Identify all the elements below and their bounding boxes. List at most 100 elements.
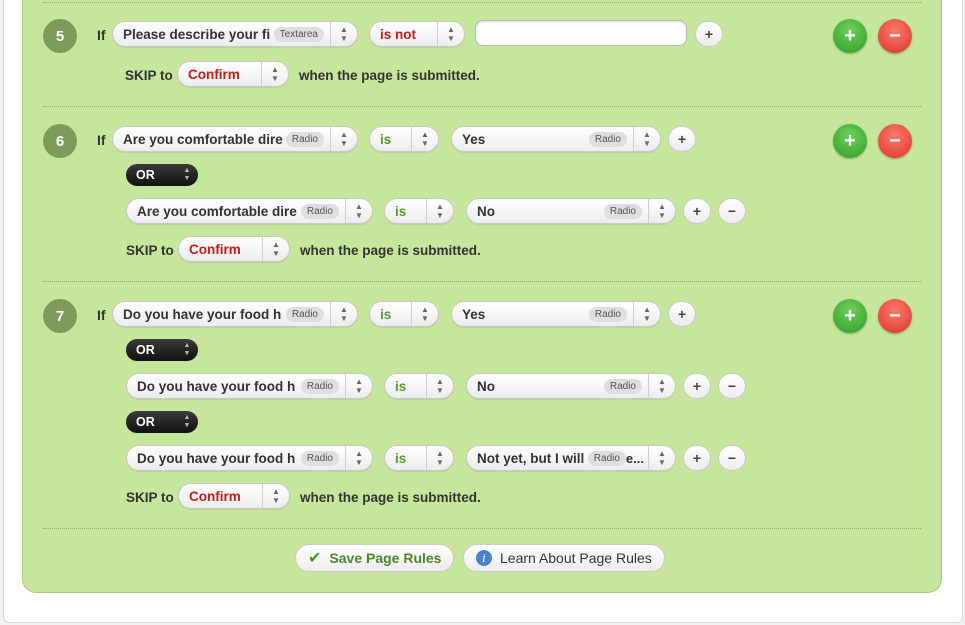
skip-target-value: Confirm <box>189 241 241 257</box>
updown-arrows-icon: ▲ ▼ <box>426 446 453 470</box>
add-condition-button[interactable]: + <box>683 198 711 224</box>
divider <box>43 106 921 107</box>
value-select[interactable]: No Radio ▲ ▼ <box>466 373 676 399</box>
value-type-badge: Radio <box>603 378 642 394</box>
skip-target-select[interactable]: Confirm ▲ ▼ <box>177 61 289 87</box>
value-type-badge: Radio <box>587 450 626 466</box>
updown-arrows-icon: ▲ ▼ <box>648 446 675 470</box>
add-condition-button[interactable]: + <box>668 126 696 152</box>
add-condition-button[interactable]: + <box>668 301 696 327</box>
value-truncation: e... <box>625 450 644 466</box>
submitted-text: when the page is submitted. <box>300 490 481 505</box>
value-select-value: Yes <box>462 306 486 322</box>
page-rules-panel: 5 If Please describe your fi Textarea ▲ ▼… <box>22 0 942 593</box>
updown-arrows-icon: ▲ ▼ <box>411 127 438 151</box>
if-label: If <box>97 27 106 43</box>
operator-select[interactable]: is ▲ ▼ <box>384 198 454 224</box>
updown-arrows-icon: ▲ ▼ <box>262 237 289 261</box>
info-icon: i <box>476 550 492 566</box>
value-select-value: No <box>477 378 495 394</box>
field-select-value: Do you have your food h <box>123 306 282 322</box>
value-select[interactable]: No Radio ▲ ▼ <box>466 198 676 224</box>
value-select[interactable]: Not yet, but I will in Radio e... ▲ ▼ <box>466 445 676 471</box>
checkmark-icon: ✔ <box>308 550 322 567</box>
connector-select[interactable]: OR ▲ ▼ <box>126 164 198 186</box>
field-select[interactable]: Do you have your food h Radio ▲ ▼ <box>126 373 373 399</box>
value-type-badge: Radio <box>603 203 642 219</box>
field-type-badge: Radio <box>285 131 324 147</box>
field-select[interactable]: Do you have your food h Radio ▲ ▼ <box>112 301 358 327</box>
value-select[interactable]: Yes Radio ▲ ▼ <box>451 126 661 152</box>
value-text-input[interactable] <box>475 20 687 46</box>
field-select[interactable]: Are you comfortable dire Radio ▲ ▼ <box>112 126 358 152</box>
field-select-value: Are you comfortable dire <box>123 131 283 147</box>
add-condition-button[interactable]: + <box>695 21 723 47</box>
value-select-value: Not yet, but I will in <box>477 450 588 466</box>
skip-target-select[interactable]: Confirm ▲ ▼ <box>178 236 290 262</box>
minus-icon: − <box>889 129 901 152</box>
updown-arrows-icon: ▲ ▼ <box>183 167 191 182</box>
updown-arrows-icon: ▲ ▼ <box>633 127 660 151</box>
value-type-badge: Radio <box>588 131 627 147</box>
updown-arrows-icon: ▲ ▼ <box>262 484 289 508</box>
operator-select[interactable]: is ▲ ▼ <box>384 445 454 471</box>
add-condition-button[interactable]: + <box>683 373 711 399</box>
field-select-value: Please describe your fi <box>123 26 271 42</box>
delete-rule-button[interactable]: − <box>878 19 912 53</box>
field-type-badge: Radio <box>300 378 339 394</box>
plus-icon: + <box>844 24 856 47</box>
skip-target-select[interactable]: Confirm ▲ ▼ <box>178 483 290 509</box>
submitted-text: when the page is submitted. <box>300 243 481 258</box>
field-type-badge: Radio <box>285 306 324 322</box>
value-select[interactable]: Yes Radio ▲ ▼ <box>451 301 661 327</box>
operator-select-value: is <box>380 131 392 147</box>
connector-select[interactable]: OR ▲ ▼ <box>126 339 198 361</box>
field-type-badge: Radio <box>300 203 339 219</box>
minus-icon: − <box>889 304 901 327</box>
operator-select[interactable]: is not ▲ ▼ <box>369 21 465 47</box>
field-select[interactable]: Please describe your fi Textarea ▲ ▼ <box>112 21 358 47</box>
connector-value: OR <box>136 343 155 357</box>
operator-select-value: is <box>380 306 392 322</box>
updown-arrows-icon: ▲ ▼ <box>330 22 357 46</box>
value-select-value: No <box>477 203 495 219</box>
field-select-value: Do you have your food h <box>137 378 296 394</box>
add-condition-button[interactable]: + <box>683 445 711 471</box>
field-select-value: Are you comfortable dire <box>137 203 297 219</box>
add-rule-button[interactable]: + <box>833 299 867 333</box>
updown-arrows-icon: ▲ ▼ <box>648 374 675 398</box>
remove-condition-button[interactable]: − <box>718 198 746 224</box>
updown-arrows-icon: ▲ ▼ <box>345 446 372 470</box>
remove-condition-button[interactable]: − <box>718 445 746 471</box>
updown-arrows-icon: ▲ ▼ <box>345 199 372 223</box>
learn-about-page-rules-button[interactable]: i Learn About Page Rules <box>463 544 665 572</box>
delete-rule-button[interactable]: − <box>878 299 912 333</box>
value-select-value: Yes <box>462 131 486 147</box>
field-select[interactable]: Do you have your food h Radio ▲ ▼ <box>126 445 373 471</box>
save-page-rules-button[interactable]: ✔ Save Page Rules <box>295 544 455 572</box>
skip-label: SKIP to <box>126 490 174 505</box>
field-select-value: Do you have your food h <box>137 450 296 466</box>
operator-select-value: is <box>395 203 407 219</box>
field-select[interactable]: Are you comfortable dire Radio ▲ ▼ <box>126 198 373 224</box>
remove-condition-button[interactable]: − <box>718 373 746 399</box>
add-rule-button[interactable]: + <box>833 19 867 53</box>
delete-rule-button[interactable]: − <box>878 124 912 158</box>
divider <box>43 2 921 3</box>
minus-icon: − <box>889 24 901 47</box>
rule-number: 7 <box>43 299 77 333</box>
connector-select[interactable]: OR ▲ ▼ <box>126 411 198 433</box>
updown-arrows-icon: ▲ ▼ <box>183 414 191 429</box>
operator-select[interactable]: is ▲ ▼ <box>369 126 439 152</box>
if-label: If <box>97 307 106 323</box>
connector-value: OR <box>136 415 155 429</box>
skip-target-value: Confirm <box>188 66 240 82</box>
updown-arrows-icon: ▲ ▼ <box>648 199 675 223</box>
operator-select[interactable]: is ▲ ▼ <box>369 301 439 327</box>
submitted-text: when the page is submitted. <box>299 68 480 83</box>
updown-arrows-icon: ▲ ▼ <box>345 374 372 398</box>
operator-select[interactable]: is ▲ ▼ <box>384 373 454 399</box>
divider <box>43 281 921 282</box>
learn-about-page-rules-label: Learn About Page Rules <box>500 550 652 566</box>
add-rule-button[interactable]: + <box>833 124 867 158</box>
